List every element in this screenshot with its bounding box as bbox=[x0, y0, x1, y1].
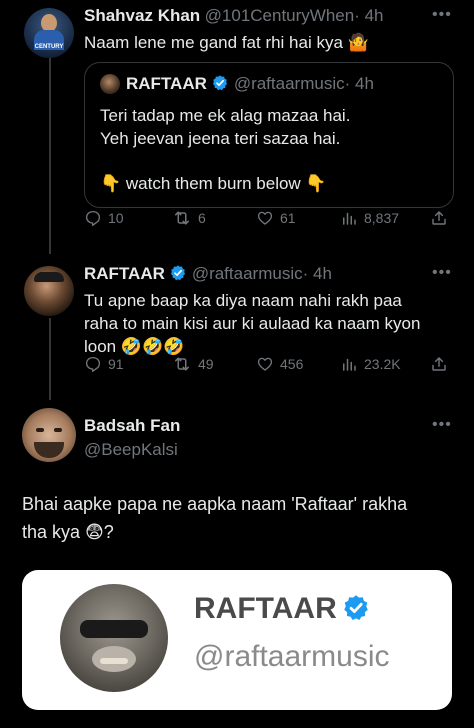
tweet-text-line: Bhai aapke papa ne aapka naam 'Raftaar' … bbox=[22, 494, 408, 514]
reply-button[interactable]: 91 bbox=[84, 355, 124, 373]
quote-timestamp: · 4h bbox=[344, 74, 374, 93]
retweet-button[interactable]: 6 bbox=[172, 208, 206, 228]
timestamp[interactable]: · 4h bbox=[303, 264, 332, 283]
quote-text-line: Yeh jeevan jeena teri sazaa hai. bbox=[100, 129, 341, 148]
user-handle[interactable]: @BeepKalsi bbox=[84, 440, 178, 460]
verified-icon bbox=[341, 593, 371, 623]
like-count: 61 bbox=[280, 210, 296, 226]
quote-text-line: 👇 watch them burn below 👇 bbox=[100, 174, 327, 193]
thread-line bbox=[49, 318, 51, 400]
user-handle[interactable]: @101CenturyWhen bbox=[205, 6, 355, 25]
quote-text-line: Teri tadap me ek alag mazaa hai. bbox=[100, 106, 351, 125]
monkey-avatar-image bbox=[60, 584, 168, 692]
like-icon bbox=[256, 355, 274, 373]
retweet-icon bbox=[172, 354, 192, 374]
reply-count: 10 bbox=[108, 210, 124, 226]
avatar bbox=[100, 74, 120, 94]
display-name[interactable]: Shahvaz Khan bbox=[84, 6, 200, 25]
avatar[interactable] bbox=[24, 266, 74, 316]
verified-icon bbox=[169, 264, 187, 282]
views-count: 8,837 bbox=[364, 210, 400, 226]
verified-icon bbox=[211, 74, 229, 92]
profile-name: RAFTAAR bbox=[194, 592, 337, 625]
share-icon bbox=[430, 355, 448, 373]
avatar[interactable] bbox=[22, 408, 76, 462]
retweet-icon bbox=[172, 208, 192, 228]
user-handle[interactable]: @raftaarmusic bbox=[192, 264, 303, 283]
display-name[interactable]: RAFTAAR bbox=[84, 264, 165, 283]
like-icon bbox=[256, 209, 274, 227]
quote-display-name: RAFTAAR bbox=[126, 74, 207, 93]
reply-icon bbox=[84, 355, 102, 373]
display-name[interactable]: Badsah Fan bbox=[84, 416, 180, 436]
more-icon[interactable]: ••• bbox=[432, 6, 452, 24]
views-button[interactable]: 8,837 bbox=[340, 209, 399, 227]
timestamp[interactable]: · 4h bbox=[354, 6, 383, 25]
share-button[interactable] bbox=[430, 209, 448, 227]
reply-button[interactable]: 10 bbox=[84, 209, 124, 227]
avatar[interactable]: CENTURY bbox=[24, 8, 74, 58]
views-icon bbox=[340, 209, 358, 227]
retweet-button[interactable]: 49 bbox=[172, 354, 214, 374]
like-button[interactable]: 456 bbox=[256, 355, 303, 373]
tweet-text-line: Tu apne baap ka diya naam nahi rakh paa bbox=[84, 291, 402, 310]
quote-user-handle: @raftaarmusic bbox=[233, 74, 345, 93]
like-button[interactable]: 61 bbox=[256, 209, 296, 227]
more-icon[interactable]: ••• bbox=[432, 264, 452, 282]
views-button[interactable]: 23.2K bbox=[340, 355, 401, 373]
profile-handle: @raftaarmusic bbox=[194, 640, 390, 673]
share-button[interactable] bbox=[430, 355, 448, 373]
reply-count: 91 bbox=[108, 356, 124, 372]
avatar-text: CENTURY bbox=[34, 44, 64, 50]
views-icon bbox=[340, 355, 358, 373]
more-icon[interactable]: ••• bbox=[432, 416, 452, 434]
retweet-count: 49 bbox=[198, 356, 214, 372]
views-count: 23.2K bbox=[364, 356, 401, 372]
attached-image[interactable]: RAFTAAR @raftaarmusic bbox=[22, 570, 452, 710]
share-icon bbox=[430, 209, 448, 227]
reply-icon bbox=[84, 209, 102, 227]
tweet-text: Naam lene me gand fat rhi hai kya 🤷 bbox=[84, 33, 369, 52]
retweet-count: 6 bbox=[198, 210, 206, 226]
tweet-text-line: raha to main kisi aur ki aulaad ka naam … bbox=[84, 314, 421, 333]
thread-line bbox=[49, 58, 51, 254]
like-count: 456 bbox=[280, 356, 304, 372]
tweet-text-line: tha kya 😨? bbox=[22, 522, 114, 542]
